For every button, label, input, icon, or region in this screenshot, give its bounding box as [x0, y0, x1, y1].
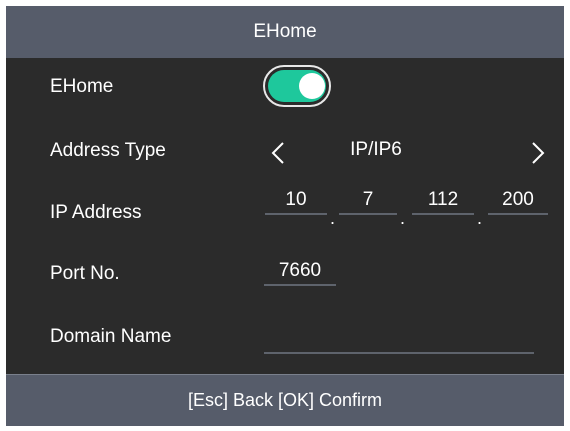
domain-name-input[interactable]	[264, 328, 534, 354]
port-label: Port No.	[50, 263, 120, 284]
page-title: EHome	[6, 6, 564, 58]
toggle-track	[268, 70, 326, 102]
toggle-knob	[299, 73, 325, 99]
ip-dot: .	[400, 208, 406, 228]
ip-dot: .	[330, 208, 336, 228]
port-input[interactable]: 7660	[264, 260, 336, 286]
ip-dot: .	[477, 208, 483, 228]
settings-screen: EHome EHome Address Type IP/IP6 IP Addre…	[6, 6, 564, 426]
ehome-toggle[interactable]	[263, 65, 331, 107]
address-type-label: Address Type	[50, 140, 166, 161]
ehome-label: EHome	[50, 76, 114, 97]
ip-octet-4[interactable]: 200	[488, 189, 548, 215]
chevron-right-icon[interactable]	[528, 138, 548, 168]
footer-hint: [Esc] Back [OK] Confirm	[6, 374, 564, 426]
ip-octet-3[interactable]: 112	[412, 189, 474, 215]
address-type-value: IP/IP6	[350, 139, 402, 160]
chevron-left-icon[interactable]	[268, 138, 288, 168]
ip-octet-2[interactable]: 7	[339, 189, 397, 215]
ip-octet-1[interactable]: 10	[265, 189, 327, 215]
ip-address-label: IP Address	[50, 202, 142, 223]
domain-name-label: Domain Name	[50, 326, 172, 347]
